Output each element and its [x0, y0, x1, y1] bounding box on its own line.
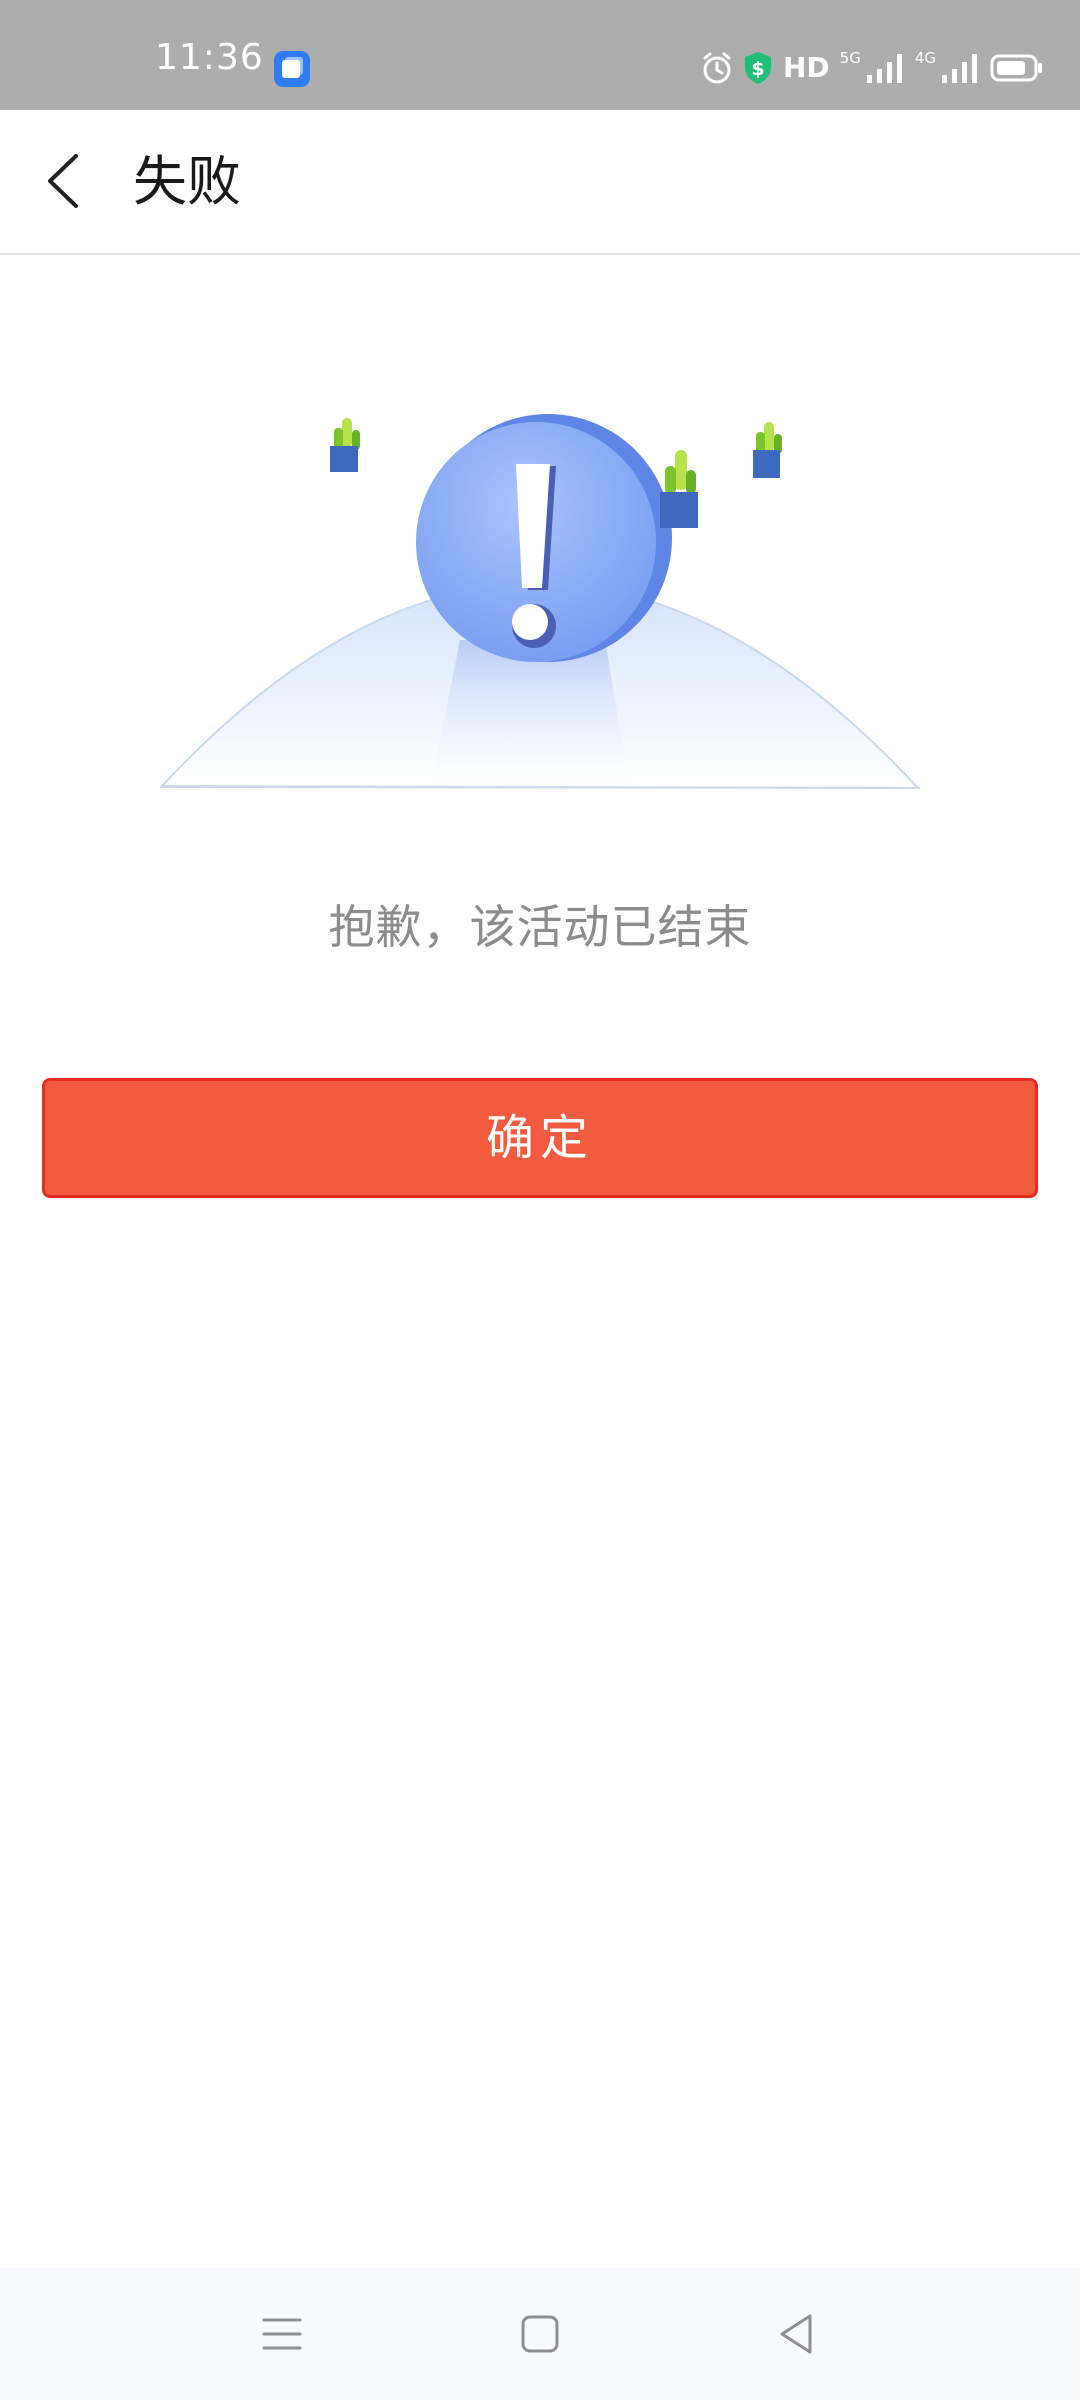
confirm-button[interactable]: 确定: [42, 1078, 1038, 1198]
status-time: 11:36: [155, 37, 264, 78]
failure-illustration: [159, 414, 921, 790]
status-icons: $ HD 5G 4G: [701, 48, 1044, 88]
back-button[interactable]: [36, 148, 96, 214]
app-bar: 失败: [0, 110, 1080, 255]
alarm-icon: [703, 52, 731, 84]
network-label-4g: 4G: [914, 49, 936, 67]
menu-icon: [262, 2318, 302, 2350]
navigation-bar: [0, 2268, 1080, 2400]
signal-icon: [866, 54, 902, 83]
chevron-left-icon: [48, 154, 78, 208]
signal-icon-2: [942, 54, 977, 83]
hd-label: HD: [782, 51, 830, 84]
status-bar: 11:36 $ HD 5G 4G: [0, 0, 1080, 110]
light-beam: [430, 640, 630, 790]
svg-text:$: $: [751, 58, 764, 80]
plant-middle: [660, 450, 698, 528]
system-back-button[interactable]: [766, 2304, 826, 2364]
plant-left: [330, 418, 360, 472]
back-triangle-icon: [780, 2314, 812, 2354]
home-icon: [521, 2315, 559, 2353]
security-shield-icon: $: [744, 52, 771, 84]
result-message: 抱歉，该活动已结束: [328, 900, 752, 954]
plant-right: [753, 422, 782, 478]
network-label-5g: 5G: [839, 49, 861, 67]
recent-apps-button[interactable]: [252, 2304, 312, 2364]
app-notification-icon: [274, 51, 310, 87]
battery-icon: [990, 54, 1042, 82]
page-title: 失败: [133, 150, 241, 213]
home-button[interactable]: [510, 2304, 570, 2364]
